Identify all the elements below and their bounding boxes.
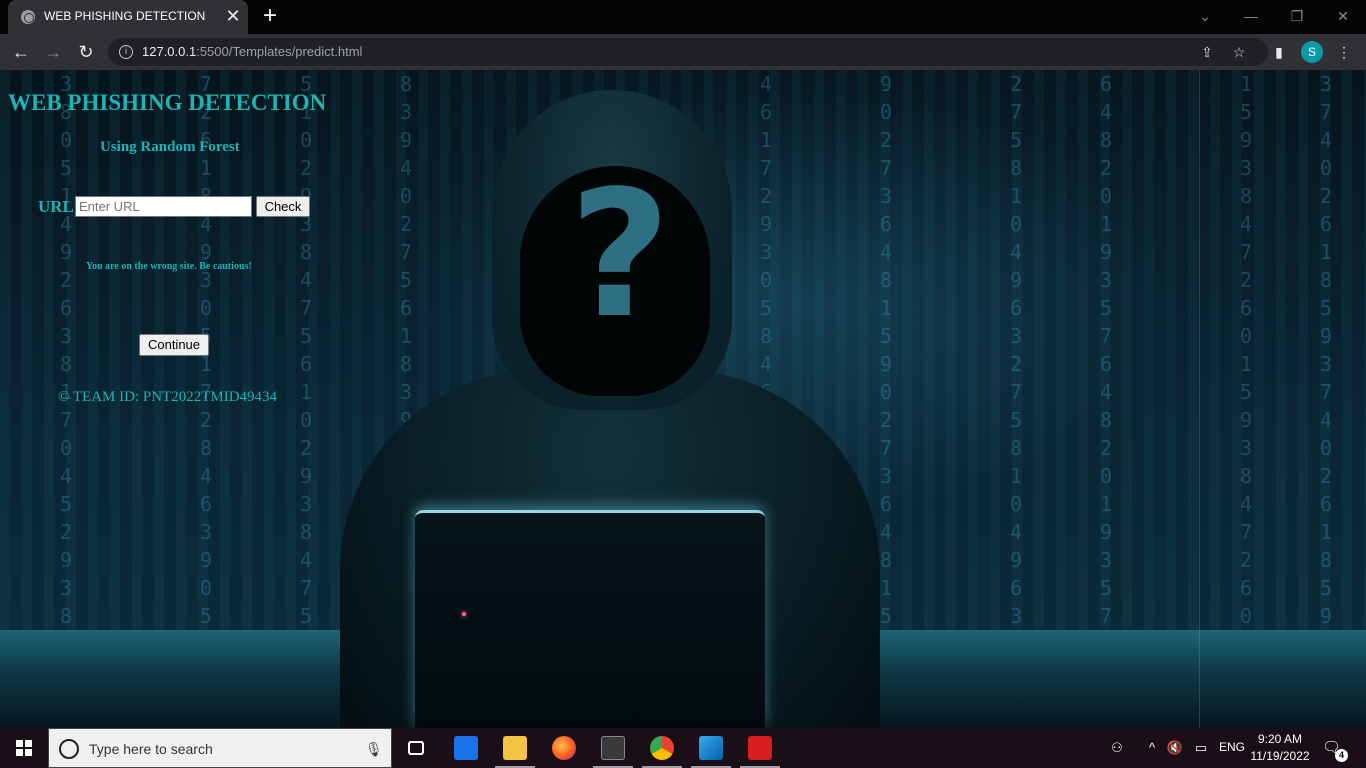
taskbar-search[interactable]: Type here to search 🎙 <box>48 728 392 768</box>
forward-arrow-icon[interactable]: → <box>41 40 65 64</box>
notification-count-badge: 4 <box>1335 749 1348 762</box>
matrix-digits-decoration: 3740261859374026185937 <box>1320 72 1333 628</box>
terminal-icon <box>601 736 625 760</box>
browser-tabstrip: WEB PHISHING DETECTION ✕ + ⌄ — ❐ ✕ <box>0 0 1366 34</box>
url-path: :5500/Templates/predict.html <box>196 44 363 59</box>
side-panel-icon[interactable]: ▮ <box>1269 42 1289 62</box>
menu-kebab-icon[interactable]: ⋮ <box>1334 42 1354 62</box>
url-host: 127.0.0.1 <box>142 44 197 59</box>
matrix-digits-decoration: 5102938475610293847561 <box>300 72 313 628</box>
firefox-app[interactable] <box>540 728 588 768</box>
restore-button[interactable]: ❐ <box>1274 0 1320 34</box>
vscode-icon <box>699 736 723 760</box>
address-bar[interactable]: i 127.0.0.1:5500/Templates/predict.html … <box>108 38 1268 66</box>
page-subtitle: Using Random Forest <box>100 139 240 155</box>
reload-icon[interactable]: ↻ <box>74 40 98 64</box>
volume-muted-icon[interactable]: 🔇 <box>1166 739 1184 757</box>
people-icon[interactable]: ⚇ <box>1108 739 1126 757</box>
clock-date: 11/19/2022 <box>1250 749 1310 763</box>
taskbar-clock[interactable]: 9:20 AM 11/19/2022 <box>1248 731 1312 765</box>
windows-logo-icon <box>16 740 32 756</box>
bookmark-star-icon[interactable]: ☆ <box>1230 43 1248 61</box>
microphone-icon[interactable]: 🎙 <box>365 739 383 759</box>
laptop-illustration <box>415 510 765 728</box>
task-view-button[interactable] <box>392 728 440 768</box>
laptop-led <box>462 612 466 616</box>
page-title: WEB PHISHING DETECTION <box>8 90 327 115</box>
globe-icon <box>21 10 35 24</box>
taskbar: Type here to search 🎙 ⚇ ^ 🔇 ▭ ENG 9:20 A… <box>0 728 1366 768</box>
matrix-digits-decoration: 9027364815902736481590 <box>880 72 893 628</box>
page-viewport: 3805149263817045293814 72618493051728463… <box>0 70 1366 728</box>
minimize-button[interactable]: — <box>1228 0 1274 34</box>
folder-icon <box>503 736 527 760</box>
chrome-icon <box>650 736 674 760</box>
mail-icon <box>454 736 478 760</box>
file-explorer-app[interactable] <box>491 728 539 768</box>
background-seam <box>1199 70 1200 728</box>
close-window-button[interactable]: ✕ <box>1320 0 1366 34</box>
pdf-icon <box>748 736 772 760</box>
tab-title: WEB PHISHING DETECTION <box>44 9 206 23</box>
browser-toolbar: ← → ↻ i 127.0.0.1:5500/Templates/predict… <box>0 34 1366 70</box>
firefox-icon <box>552 736 576 760</box>
language-indicator[interactable]: ENG <box>1219 740 1245 754</box>
check-button[interactable]: Check <box>256 196 310 217</box>
matrix-digits-decoration: 3805149263817045293814 <box>60 72 73 628</box>
matrix-digits-decoration: 6482019357648201935764 <box>1100 72 1113 628</box>
cortana-icon <box>59 739 79 759</box>
info-icon[interactable]: i <box>119 45 133 59</box>
chevron-up-icon[interactable]: ^ <box>1143 739 1161 757</box>
taskbar-search-placeholder: Type here to search <box>89 741 213 757</box>
task-view-icon <box>408 741 424 755</box>
mail-app[interactable] <box>442 728 490 768</box>
vscode-app[interactable] <box>687 728 735 768</box>
tab-search-icon[interactable]: ⌄ <box>1182 0 1228 34</box>
new-tab-button[interactable]: + <box>258 4 282 29</box>
acrobat-app[interactable] <box>736 728 784 768</box>
battery-icon[interactable]: ▭ <box>1192 739 1210 757</box>
profile-avatar[interactable]: S <box>1301 41 1323 63</box>
url-text[interactable]: 127.0.0.1:5500/Templates/predict.html <box>142 44 362 59</box>
terminal-app[interactable] <box>589 728 637 768</box>
back-arrow-icon[interactable]: ← <box>9 40 33 64</box>
prediction-result: You are on the wrong site. Be cautious! <box>86 261 252 272</box>
close-tab-icon[interactable]: ✕ <box>224 7 242 25</box>
matrix-digits-decoration: 2758104963275810496327 <box>1010 72 1023 628</box>
browser-tab[interactable]: WEB PHISHING DETECTION ✕ <box>8 0 248 34</box>
chrome-app[interactable] <box>638 728 686 768</box>
url-input[interactable] <box>75 196 252 217</box>
matrix-digits-decoration: 1593847260159384726015 <box>1240 72 1253 628</box>
continue-button[interactable]: Continue <box>139 334 209 356</box>
clock-time: 9:20 AM <box>1257 732 1303 746</box>
share-icon[interactable]: ⇪ <box>1198 43 1216 61</box>
team-id-footer: © TEAM ID: PNT2022TMID49434 <box>58 389 278 405</box>
url-label: URL <box>38 197 74 216</box>
start-button[interactable] <box>0 728 48 768</box>
question-mark-icon: ? <box>569 154 671 357</box>
